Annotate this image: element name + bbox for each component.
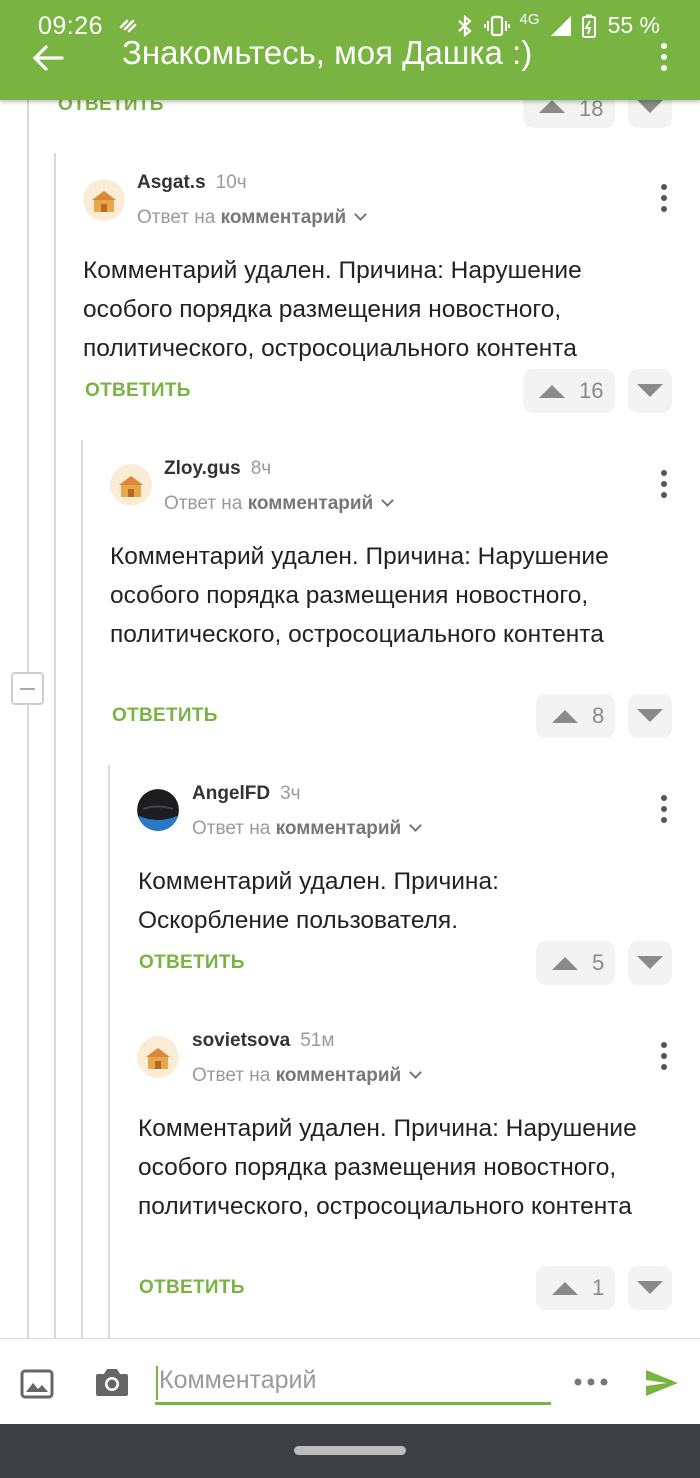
comment-menu-icon[interactable]: [660, 470, 668, 498]
upvote-button[interactable]: 5: [536, 941, 615, 985]
chevron-down-icon: [354, 208, 368, 221]
comment-menu-icon[interactable]: [660, 1042, 668, 1070]
thread-line: [27, 705, 29, 1338]
downvote-button[interactable]: [628, 941, 672, 985]
back-arrow-icon[interactable]: [30, 40, 66, 76]
overflow-menu-icon[interactable]: [658, 42, 670, 72]
comment-text: Комментарий удален. Причина: Нарушение о…: [83, 257, 582, 362]
comment-author[interactable]: sovietsova 51м: [192, 1030, 334, 1052]
network-type: 4G: [519, 11, 540, 28]
avatar[interactable]: [83, 179, 125, 221]
reply-button[interactable]: ОТВЕТИТЬ: [85, 380, 191, 402]
comment-text: Комментарий удален. Причина: Оскорбление…: [138, 868, 499, 934]
more-icon[interactable]: [573, 1377, 609, 1387]
avatar[interactable]: [137, 789, 179, 831]
comment-time: 51м: [300, 1030, 335, 1051]
status-time: 09:26: [38, 12, 104, 40]
camera-icon[interactable]: [94, 1366, 130, 1398]
thread-line: [81, 440, 83, 1338]
thread-line: [27, 100, 29, 672]
upvote-button[interactable]: 1: [536, 1266, 615, 1310]
reply-button[interactable]: ОТВЕТИТЬ: [139, 952, 245, 974]
comment-author[interactable]: Zloy.gus 8ч: [164, 458, 271, 480]
page-title: Знакомьтесь, моя Дашка :): [122, 34, 533, 71]
score: 5: [592, 950, 605, 975]
chevron-down-icon: [381, 494, 395, 507]
avatar[interactable]: [137, 1036, 179, 1078]
score: 16: [579, 378, 604, 403]
battery-icon: [581, 14, 596, 38]
downvote-button[interactable]: [628, 369, 672, 413]
reply-to-link[interactable]: Ответ на комментарий: [192, 1065, 423, 1087]
upvote-button[interactable]: 16: [523, 369, 615, 413]
upvote-button[interactable]: 8: [536, 694, 615, 738]
downvote-button[interactable]: [628, 100, 672, 128]
collapse-thread-button[interactable]: [11, 672, 44, 705]
upvote-button[interactable]: 18: [523, 96, 615, 128]
image-icon[interactable]: [20, 1369, 54, 1399]
comment-author[interactable]: Asgat.s 10ч: [137, 172, 247, 194]
avatar[interactable]: [110, 464, 152, 506]
chevron-down-icon: [409, 1066, 423, 1079]
battery-percent: 55 %: [607, 12, 660, 38]
downvote-button[interactable]: [628, 694, 672, 738]
score: 8: [592, 703, 605, 728]
home-gesture-handle[interactable]: [294, 1446, 406, 1455]
thread-line: [54, 153, 56, 1338]
comment-menu-icon[interactable]: [660, 184, 668, 212]
comment-text: Комментарий удален. Причина: Нарушение о…: [138, 1115, 637, 1220]
send-icon[interactable]: [645, 1369, 679, 1397]
comment-time: 8ч: [250, 458, 272, 479]
signal-icon: [550, 15, 571, 36]
reply-to-link[interactable]: Ответ на комментарий: [192, 818, 423, 840]
chevron-down-icon: [409, 819, 423, 832]
reply-button[interactable]: ОТВЕТИТЬ: [112, 705, 218, 727]
reply-button[interactable]: ОТВЕТИТЬ: [139, 1277, 245, 1299]
comment-time: 3ч: [280, 783, 301, 804]
comment-menu-icon[interactable]: [660, 795, 668, 823]
reply-to-link[interactable]: Ответ на комментарий: [137, 207, 368, 229]
comment-author[interactable]: AngelFD 3ч: [192, 783, 301, 805]
score: 1: [592, 1275, 605, 1300]
comment-input[interactable]: [155, 1359, 551, 1405]
comment-text: Комментарий удален. Причина: Нарушение о…: [110, 543, 609, 648]
comment-time: 10ч: [215, 172, 247, 193]
system-nav-bar: [0, 1424, 700, 1478]
reply-to-link[interactable]: Ответ на комментарий: [164, 493, 395, 515]
app-bar: 09:26 4G 55 % Знакомьтесь, моя Дашка :): [0, 0, 700, 100]
comment-composer: [0, 1338, 700, 1424]
text-caret: [156, 1366, 158, 1400]
thread-line: [108, 765, 110, 1338]
downvote-button[interactable]: [628, 1266, 672, 1310]
